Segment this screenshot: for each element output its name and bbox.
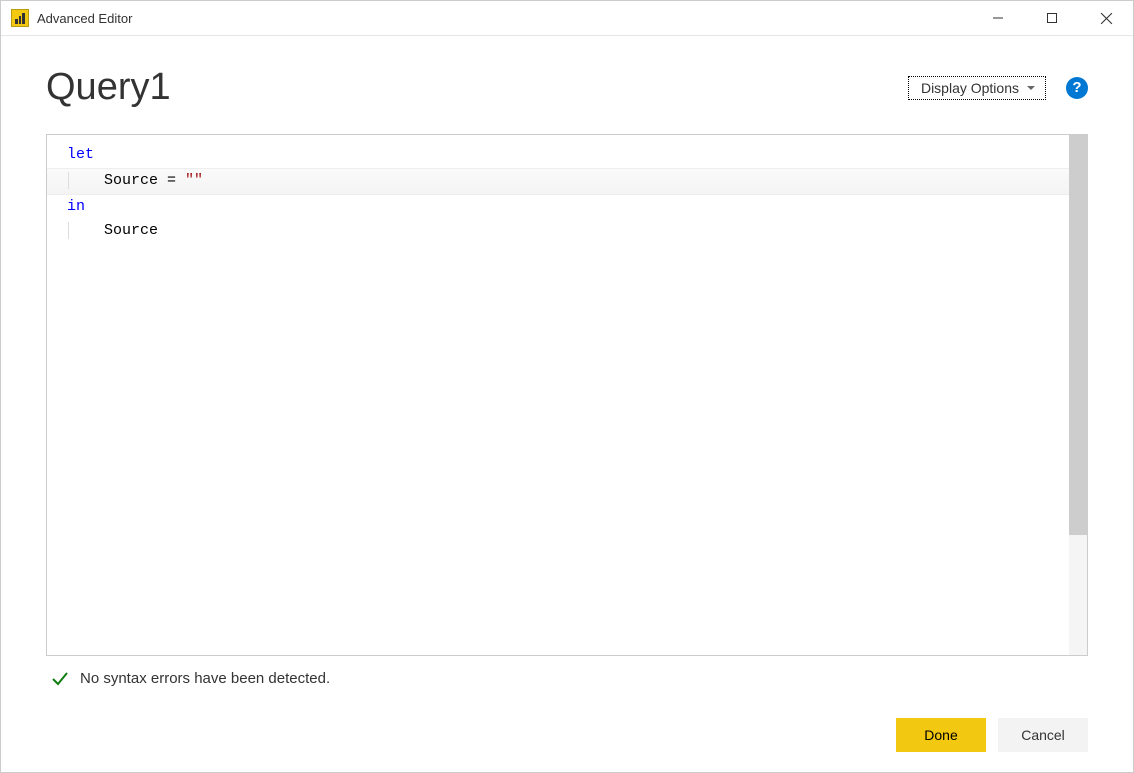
display-options-label: Display Options [921,80,1019,96]
minimize-icon [992,12,1004,24]
code-line: in [67,195,1049,220]
header-row: Query1 Display Options ? [46,66,1088,109]
checkmark-icon [50,668,70,688]
content-area: Query1 Display Options ? letSource = ""i… [1,36,1133,772]
window-controls [971,1,1133,35]
code-line: Source [67,219,1049,244]
footer-buttons: Done Cancel [46,700,1088,752]
scrollbar-thumb[interactable] [1069,135,1087,535]
editor-container: letSource = ""inSource [46,134,1088,656]
code-line: let [67,143,1049,168]
query-title: Query1 [46,66,171,109]
status-row: No syntax errors have been detected. [46,656,1088,700]
display-options-dropdown[interactable]: Display Options [908,76,1046,100]
close-icon [1100,12,1113,25]
done-button[interactable]: Done [896,718,986,752]
app-icon [11,9,29,27]
maximize-button[interactable] [1025,1,1079,35]
code-line: Source = "" [47,168,1069,195]
chevron-down-icon [1027,86,1035,90]
minimize-button[interactable] [971,1,1025,35]
close-button[interactable] [1079,1,1133,35]
help-button[interactable]: ? [1066,77,1088,99]
titlebar: Advanced Editor [1,1,1133,36]
status-message: No syntax errors have been detected. [80,670,330,687]
code-editor[interactable]: letSource = ""inSource [47,135,1069,655]
maximize-icon [1046,12,1058,24]
scrollbar-track[interactable] [1069,135,1087,655]
window-title: Advanced Editor [37,11,132,26]
cancel-button[interactable]: Cancel [998,718,1088,752]
